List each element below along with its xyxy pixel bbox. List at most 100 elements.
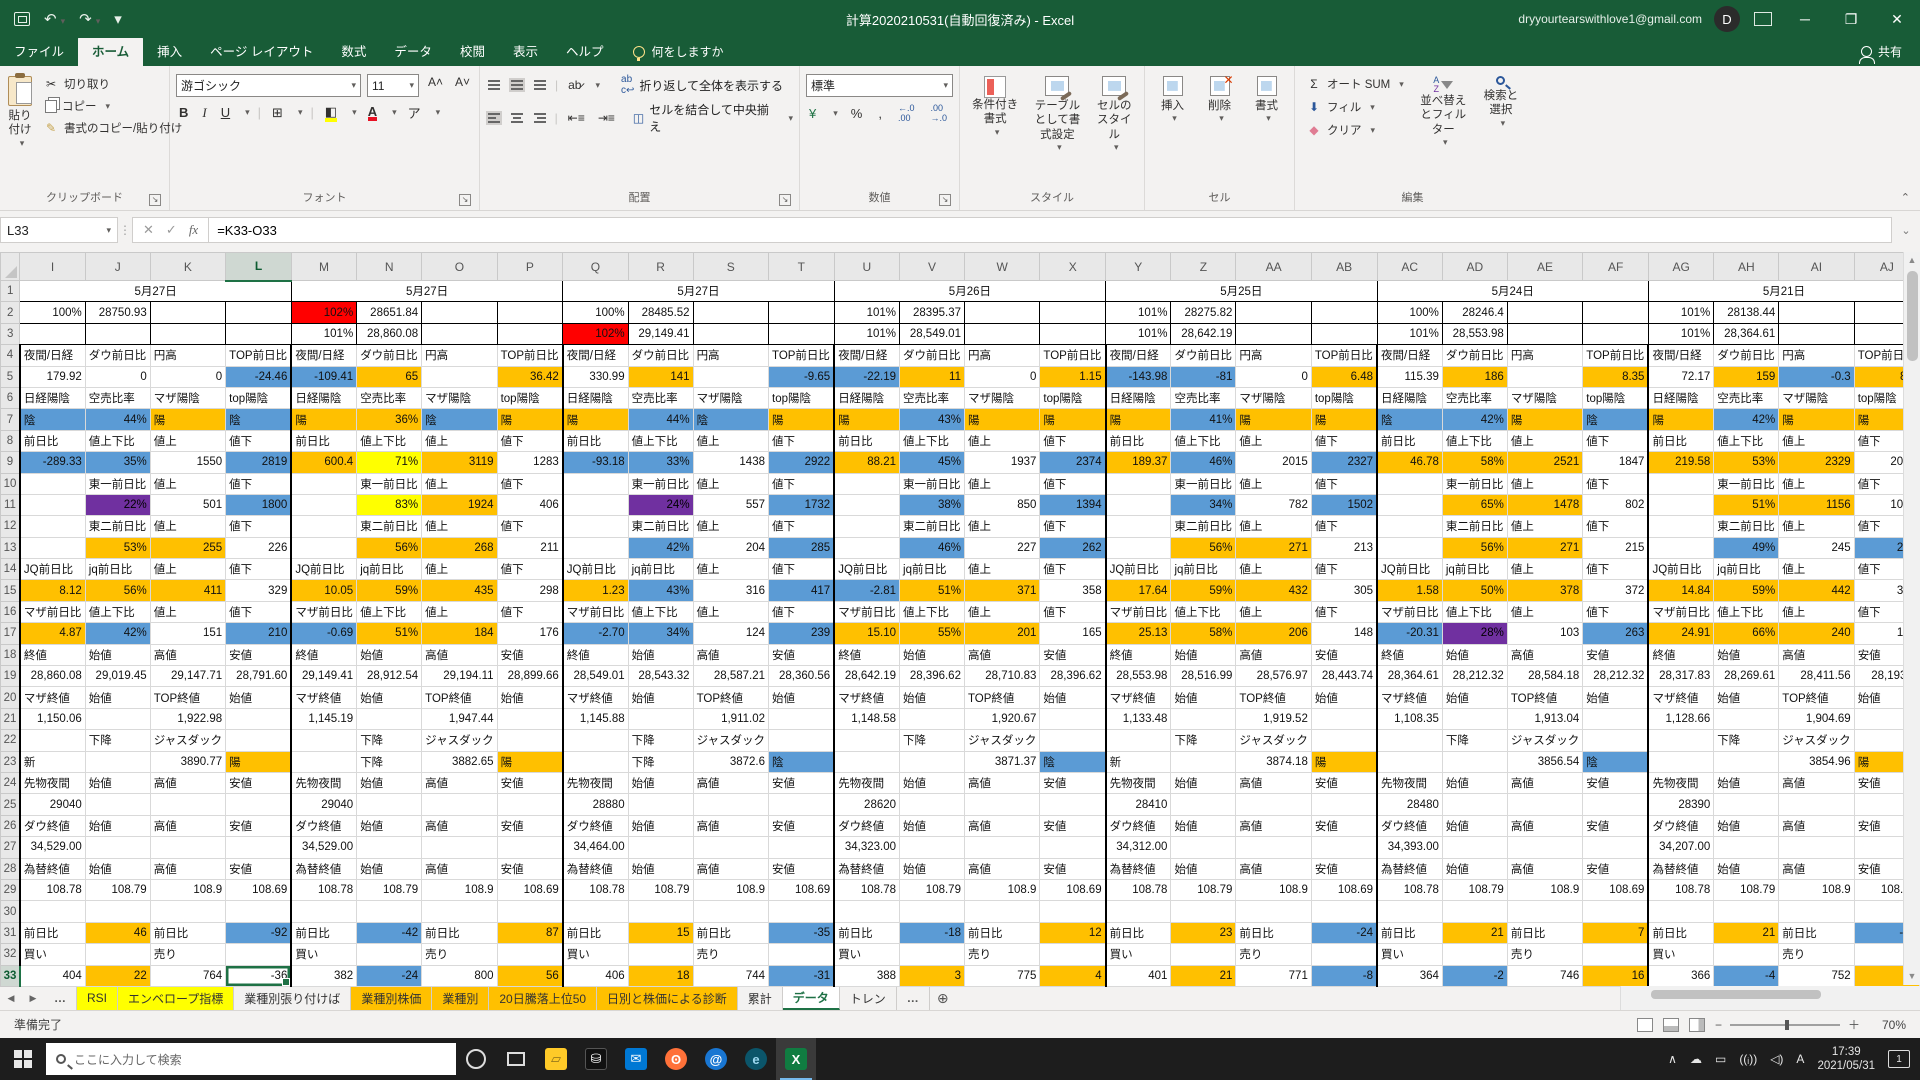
cell[interactable]: 為替終値 — [1648, 858, 1713, 879]
row-header-9[interactable]: 9 — [1, 452, 20, 473]
cell[interactable]: 101% — [1648, 323, 1713, 344]
cell[interactable]: TOP終値 — [693, 687, 768, 708]
cell[interactable]: 値下 — [1311, 516, 1377, 537]
cell[interactable]: 安値 — [226, 815, 292, 836]
cell[interactable] — [1442, 751, 1507, 772]
cell[interactable] — [900, 751, 965, 772]
cell[interactable]: -0.3 — [1779, 366, 1854, 387]
cell[interactable] — [1040, 323, 1106, 344]
cell[interactable]: 15 — [628, 922, 693, 943]
cell[interactable]: 安値 — [497, 815, 563, 836]
cell[interactable]: 371 — [964, 580, 1039, 601]
cell[interactable]: 59% — [357, 580, 422, 601]
cell[interactable]: 58% — [1171, 623, 1236, 644]
cell[interactable]: 108.78 — [1648, 879, 1713, 900]
cell[interactable]: 東二前日比 — [900, 516, 965, 537]
cell[interactable]: 安値 — [1040, 644, 1106, 665]
cell[interactable] — [150, 901, 225, 922]
cell[interactable]: 101% — [834, 323, 899, 344]
cell[interactable]: 下降 — [628, 730, 693, 751]
dialog-launcher-icon[interactable]: ↘ — [149, 194, 161, 206]
cell[interactable]: 下降 — [1714, 730, 1779, 751]
cell[interactable]: 始値 — [900, 772, 965, 793]
cell[interactable]: 値下 — [1311, 473, 1377, 494]
column-header-V[interactable]: V — [900, 253, 965, 281]
cell[interactable]: 値上 — [1507, 559, 1582, 580]
cell[interactable]: 179.92 — [20, 366, 85, 387]
cell[interactable]: 3856.54 — [1507, 751, 1582, 772]
ribbon-tab-ホーム[interactable]: ホーム — [78, 36, 143, 66]
increase-indent-icon[interactable]: ⇥≡ — [595, 110, 618, 126]
row-header-13[interactable]: 13 — [1, 537, 20, 558]
cell[interactable]: 前日比 — [563, 922, 628, 943]
cell[interactable] — [964, 302, 1039, 323]
ribbon-tab-表示[interactable]: 表示 — [499, 36, 552, 66]
cell[interactable]: 値上 — [693, 430, 768, 451]
cell[interactable]: 前日比 — [563, 430, 628, 451]
cell[interactable]: 陽 — [563, 409, 628, 430]
cell[interactable]: 値上 — [964, 430, 1039, 451]
cell[interactable]: 値下 — [1040, 601, 1106, 622]
cell[interactable]: 陰 — [693, 409, 768, 430]
cell[interactable]: 404 — [20, 965, 85, 986]
cell[interactable]: 安値 — [497, 772, 563, 793]
cell[interactable]: 高値 — [1236, 858, 1311, 879]
cell[interactable]: 204 — [693, 537, 768, 558]
cell[interactable]: ダウ前日比 — [628, 345, 693, 366]
cell[interactable]: 3874.18 — [1236, 751, 1311, 772]
cell[interactable]: 値上下比 — [1171, 601, 1236, 622]
cell[interactable]: 高値 — [1779, 815, 1854, 836]
cell[interactable]: マザ終値 — [1106, 687, 1171, 708]
cell[interactable]: 101% — [834, 302, 899, 323]
ribbon-tab-校閲[interactable]: 校閲 — [446, 36, 499, 66]
confirm-entry-icon[interactable]: ✓ — [166, 222, 177, 238]
cell[interactable]: 安値 — [1311, 644, 1377, 665]
cell[interactable]: 8.12 — [20, 580, 85, 601]
cell[interactable] — [1311, 730, 1377, 751]
cell[interactable]: -8 — [1311, 965, 1377, 986]
cell[interactable]: 21 — [1442, 922, 1507, 943]
cell[interactable]: 東二前日比 — [1442, 516, 1507, 537]
cell[interactable] — [628, 837, 693, 858]
dialog-launcher-icon[interactable]: ↘ — [779, 194, 791, 206]
cell[interactable] — [1236, 323, 1311, 344]
row-header-29[interactable]: 29 — [1, 879, 20, 900]
cell[interactable]: TOP前日比 — [497, 345, 563, 366]
cell[interactable]: 先物夜間 — [1106, 772, 1171, 793]
cell[interactable]: 38% — [900, 494, 965, 515]
more-sheets-right[interactable]: … — [897, 986, 930, 1010]
cell[interactable] — [834, 751, 899, 772]
cell[interactable]: 始値 — [628, 858, 693, 879]
cell[interactable] — [1648, 494, 1713, 515]
cell[interactable]: 108.78 — [1377, 879, 1442, 900]
cell[interactable] — [20, 901, 85, 922]
scroll-down-icon[interactable]: ▼ — [1908, 968, 1917, 985]
cell[interactable]: 28,360.56 — [769, 666, 835, 687]
cell[interactable] — [1106, 473, 1171, 494]
task-view-button[interactable] — [496, 1038, 536, 1080]
cell[interactable]: TOP前日比 — [226, 345, 292, 366]
sheet-tab-日別と株価による診断[interactable]: 日別と株価による診断 — [597, 986, 738, 1010]
cell[interactable]: 189.37 — [1106, 452, 1171, 473]
cell[interactable]: 円高 — [1236, 345, 1311, 366]
cell[interactable] — [769, 794, 835, 815]
cell[interactable]: 売り — [150, 944, 225, 965]
cell[interactable]: 1156 — [1779, 494, 1854, 515]
cell[interactable]: 1937 — [964, 452, 1039, 473]
cell[interactable]: 値上下比 — [900, 601, 965, 622]
avatar[interactable]: D — [1714, 6, 1740, 32]
cell[interactable]: 値下 — [1583, 473, 1649, 494]
cell[interactable] — [769, 837, 835, 858]
cell[interactable]: 28,364.61 — [1714, 323, 1779, 344]
cell[interactable]: jq前日比 — [1442, 559, 1507, 580]
more-sheets-left[interactable]: … — [44, 986, 77, 1010]
autosum-button[interactable]: Σオート SUM▾ — [1301, 74, 1409, 94]
column-header-AC[interactable]: AC — [1377, 253, 1442, 281]
cell[interactable]: 東一前日比 — [1714, 473, 1779, 494]
cell[interactable]: 売り — [693, 944, 768, 965]
taskbar-explorer[interactable]: ▱ — [536, 1038, 576, 1080]
cell[interactable] — [422, 837, 497, 858]
column-header-W[interactable]: W — [964, 253, 1039, 281]
cell[interactable]: 4.87 — [20, 623, 85, 644]
cell[interactable] — [1311, 708, 1377, 729]
